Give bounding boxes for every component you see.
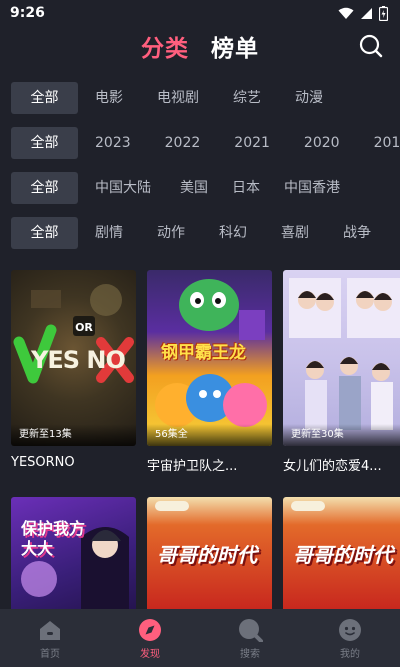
status-icons — [338, 5, 388, 21]
media-card[interactable]: 保护我方大大 — [11, 497, 136, 609]
filter-chip-2021[interactable]: 2021 — [234, 127, 270, 159]
poster-art — [289, 278, 400, 430]
channel-logo — [155, 501, 189, 511]
poster-logo-text: 保护我方大大 — [21, 519, 86, 558]
compass-icon — [139, 619, 161, 641]
channel-logo — [291, 501, 325, 511]
nav-label: 我的 — [340, 649, 360, 660]
filter-chip-2019[interactable]: 2019 — [374, 127, 400, 159]
card-title[interactable]: 宇宙护卫队之... — [147, 455, 272, 474]
filter-chip-mainland[interactable]: 中国大陆 — [95, 172, 151, 204]
card-title[interactable]: 女儿们的恋爱4... — [283, 455, 400, 474]
header: 分类 榜单 — [0, 26, 400, 66]
media-card[interactable]: 更新至30集 女儿们的恋爱4... — [283, 270, 400, 474]
poster-image[interactable]: 哥哥的时代 — [147, 497, 272, 609]
poster-image[interactable]: 哥哥的时代 — [283, 497, 400, 609]
card-title[interactable]: YESORNO — [11, 455, 136, 470]
filter-chip-drama[interactable]: 剧情 — [95, 217, 123, 249]
episode-badge: 更新至13集 — [11, 424, 136, 446]
signal-icon — [361, 7, 372, 19]
poster-logo-text: 哥哥的时代 — [157, 543, 257, 567]
nav-label: 搜索 — [240, 649, 260, 660]
search-icon[interactable] — [358, 33, 384, 59]
filter-chip-all[interactable]: 全部 — [11, 82, 78, 114]
filter-chip-comedy[interactable]: 喜剧 — [281, 217, 309, 249]
filter-chip-scifi[interactable]: 科幻 — [219, 217, 247, 249]
poster-logo-text: 钢甲霸王龙 — [161, 343, 246, 363]
tab-category[interactable]: 分类 — [141, 29, 189, 63]
media-card[interactable]: 哥哥的时代 — [147, 497, 272, 609]
profile-icon — [339, 619, 361, 641]
poster-image[interactable]: 保护我方大大 — [11, 497, 136, 609]
nav-item-home[interactable]: 首页 — [20, 618, 80, 660]
filter-chip-movie[interactable]: 电影 — [95, 82, 123, 114]
filter-chip-2023[interactable]: 2023 — [95, 127, 131, 159]
filter-chip-tv[interactable]: 电视剧 — [157, 82, 199, 114]
poster-logo-text: 哥哥的时代 — [293, 543, 393, 567]
media-card[interactable]: OR YES NO 更新至13集 YESORNO — [11, 270, 136, 470]
filter-chip-action[interactable]: 动作 — [157, 217, 185, 249]
search-icon — [239, 619, 263, 642]
poster-image[interactable]: 钢甲霸王龙 56集全 — [147, 270, 272, 446]
filter-chip-all[interactable]: 全部 — [11, 172, 78, 204]
wifi-icon — [338, 7, 354, 19]
nav-item-discover[interactable]: 发现 — [120, 618, 180, 660]
filter-chip-anime[interactable]: 动漫 — [295, 82, 323, 114]
filter-chip-2020[interactable]: 2020 — [304, 127, 340, 159]
filter-row-region: 全部 中国大陆 美国 日本 中国香港 — [0, 172, 400, 204]
battery-icon — [379, 5, 388, 21]
poster-image[interactable]: OR YES NO 更新至13集 — [11, 270, 136, 446]
filter-panel: 全部 电影 电视剧 综艺 动漫 全部 2023 2022 2021 2020 2… — [0, 82, 400, 249]
bottom-navigation: 首页 发现 搜索 我的 — [0, 609, 400, 667]
filter-chip-hongkong[interactable]: 中国香港 — [284, 172, 340, 204]
media-card[interactable]: 钢甲霸王龙 56集全 宇宙护卫队之... — [147, 270, 272, 474]
episode-badge: 56集全 — [147, 424, 272, 446]
nav-label: 发现 — [140, 649, 160, 660]
nav-item-profile[interactable]: 我的 — [320, 618, 380, 660]
filter-chip-all[interactable]: 全部 — [11, 127, 78, 159]
media-card[interactable]: 哥哥的时代 — [283, 497, 400, 609]
poster-image[interactable]: 更新至30集 — [283, 270, 400, 446]
svg-text:OR: OR — [75, 321, 93, 334]
status-bar: 9:26 — [0, 0, 400, 26]
filter-chip-all[interactable]: 全部 — [11, 217, 78, 249]
home-icon — [40, 621, 60, 640]
nav-label: 首页 — [40, 649, 60, 660]
filter-row-type: 全部 电影 电视剧 综艺 动漫 — [0, 82, 400, 114]
filter-row-genre: 全部 剧情 动作 科幻 喜剧 战争 — [0, 217, 400, 249]
poster-logo-text: YES NO — [31, 346, 126, 374]
filter-chip-usa[interactable]: 美国 — [180, 172, 208, 204]
tab-rankings[interactable]: 榜单 — [211, 29, 259, 63]
filter-chip-2022[interactable]: 2022 — [165, 127, 201, 159]
nav-item-search[interactable]: 搜索 — [220, 618, 280, 660]
episode-badge: 更新至30集 — [283, 424, 400, 446]
filter-chip-japan[interactable]: 日本 — [232, 172, 260, 204]
status-time: 9:26 — [10, 5, 45, 21]
filter-chip-variety[interactable]: 综艺 — [233, 82, 261, 114]
filter-row-year: 全部 2023 2022 2021 2020 2019 — [0, 127, 400, 159]
filter-chip-war[interactable]: 战争 — [343, 217, 371, 249]
